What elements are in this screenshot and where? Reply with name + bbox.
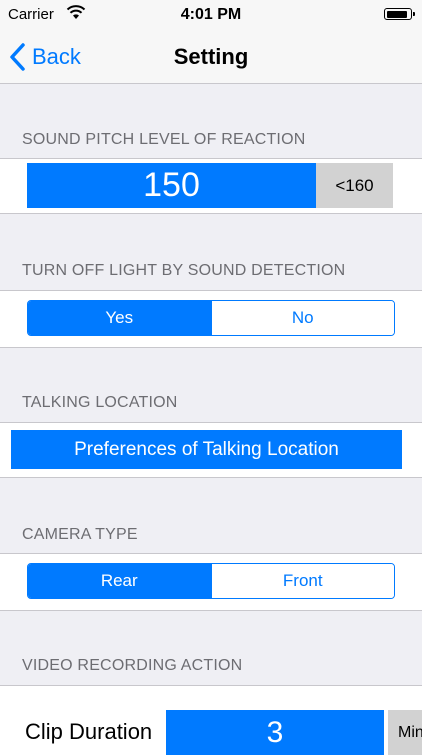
page-title: Setting: [173, 44, 249, 69]
battery-level: [386, 10, 407, 18]
section-header-sound-pitch: SOUND PITCH LEVEL OF REACTION: [22, 131, 306, 148]
status-bar: Carrier 4:01 PM: [0, 0, 422, 30]
segment-front[interactable]: Front: [210, 564, 394, 598]
light-off-segmented-control: Yes No: [27, 300, 395, 336]
section-header-light-off: TURN OFF LIGHT BY SOUND DETECTION: [22, 262, 346, 279]
segment-rear[interactable]: Rear: [28, 564, 211, 598]
status-time: 4:01 PM: [180, 6, 242, 23]
clip-duration-label: Clip Duration: [25, 719, 153, 744]
segment-yes[interactable]: Yes: [28, 301, 211, 335]
camera-type-segmented-control: Rear Front: [27, 563, 395, 599]
section-header-talking-location: TALKING LOCATION: [22, 394, 178, 411]
preferences-talking-location-button[interactable]: Preferences of Talking Location: [11, 430, 402, 469]
battery-icon: [384, 8, 415, 20]
navigation-bar: Back Setting: [0, 30, 422, 84]
segment-no[interactable]: No: [210, 301, 394, 335]
section-header-camera-type: CAMERA TYPE: [22, 526, 138, 543]
sound-pitch-badge: <160: [316, 163, 393, 208]
section-header-video-recording: VIDEO RECORDING ACTION: [22, 657, 243, 674]
sound-pitch-value[interactable]: 150: [27, 163, 316, 208]
clip-duration-unit: Min: [388, 710, 422, 755]
clip-duration-value[interactable]: 3: [166, 710, 384, 755]
